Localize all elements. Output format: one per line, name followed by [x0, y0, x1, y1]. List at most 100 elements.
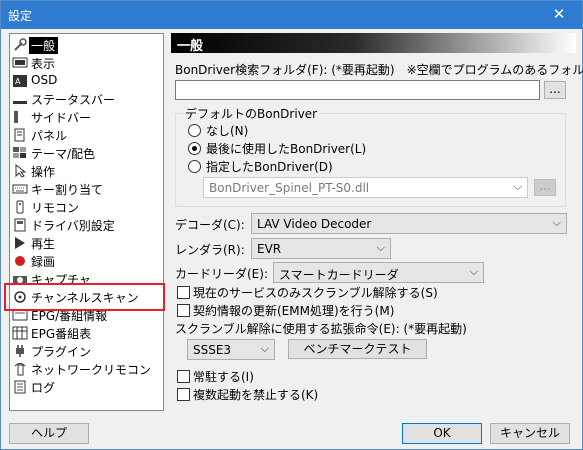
wrench-icon: [14, 38, 27, 51]
category-label: 録画: [31, 255, 56, 269]
specified-bondriver-browse-button[interactable]: ...: [534, 179, 556, 196]
specified-bondriver-select[interactable]: BonDriver_Spinel_PT-S0.dll ⌵: [203, 177, 528, 198]
cardreader-value: スマートカードリーダ: [279, 268, 399, 282]
instruction-label: スクランブル解除に使用する拡張命令(E): (*要再起動): [175, 322, 467, 336]
window-title: 設定: [8, 9, 33, 23]
bondriver-folder-input[interactable]: [175, 80, 540, 100]
descramble-current-label: 現在のサービスのみスクランブル解除する(S): [193, 286, 438, 300]
chevron-down-icon: ⌵: [552, 216, 561, 229]
category-item-keyassign[interactable]: キー割り当て: [11, 180, 163, 198]
svg-text:A: A: [15, 77, 21, 86]
category-item-operation[interactable]: 操作: [11, 162, 163, 180]
no-multi-instance-label: 複数起動を禁止する(K): [193, 388, 319, 402]
category-item-statusbar[interactable]: ステータスバー: [11, 90, 163, 108]
statusbar-icon: [13, 101, 27, 104]
close-button[interactable]: ✕: [536, 1, 582, 29]
palette-icon: [13, 147, 26, 158]
general-settings-panel: 一般 BonDriver検索フォルダ(F): (*要再起動) ※空欄でプログラム…: [171, 33, 583, 411]
keyboard-icon: [12, 184, 28, 194]
log-icon: [14, 380, 26, 394]
chevron-down-icon: ⌵: [513, 180, 522, 193]
category-label: プラグイン: [31, 345, 92, 359]
category-label: 一般: [29, 37, 59, 54]
chevron-down-icon: ⌵: [376, 241, 385, 254]
cardreader-select[interactable]: スマートカードリーダ ⌵: [273, 262, 484, 283]
category-item-plugin[interactable]: プラグイン: [11, 342, 163, 360]
emm-checkbox[interactable]: [177, 304, 190, 317]
help-button[interactable]: ヘルプ: [9, 423, 89, 444]
specified-bondriver-value: BonDriver_Spinel_PT-S0.dll: [209, 181, 370, 195]
chevron-down-icon: ⌵: [260, 342, 269, 355]
osd-icon: A: [13, 75, 27, 87]
radio-none-label: なし(N): [206, 124, 249, 138]
instruction-select[interactable]: SSSE3 ⌵: [187, 339, 275, 360]
radio-specified-label: 指定したBonDriver(D): [206, 160, 333, 174]
category-label: キー割り当て: [31, 183, 104, 197]
channel-scan-highlight: [4, 283, 165, 311]
decoder-label: デコーダ(C):: [175, 218, 245, 232]
decoder-value: LAV Video Decoder: [257, 217, 372, 231]
display-icon: [12, 57, 28, 68]
settings-dialog: 設定 ✕ 一般 表示 A OSD ステータスバー サイドバー パネル テーマ/配…: [0, 0, 583, 450]
category-label: ドライバ別設定: [31, 219, 115, 233]
driver-icon: [14, 218, 26, 232]
cancel-button[interactable]: キャンセル: [490, 423, 570, 444]
category-item-panel[interactable]: パネル: [11, 126, 163, 144]
default-bondriver-group-title: デフォルトのBonDriver: [183, 105, 320, 122]
category-label: OSD: [31, 73, 58, 87]
category-item-display[interactable]: 表示: [11, 54, 163, 72]
bondriver-folder-browse-button[interactable]: ...: [544, 81, 566, 99]
renderer-label: レンダラ(R):: [175, 243, 245, 257]
resident-label: 常駐する(I): [193, 370, 254, 384]
category-label: サイドバー: [31, 111, 92, 125]
epg-table-icon: [12, 326, 28, 340]
record-icon: [15, 256, 25, 266]
panel-header: 一般: [171, 33, 576, 54]
category-item-theme[interactable]: テーマ/配色: [11, 144, 163, 162]
category-label: ステータスバー: [31, 93, 116, 107]
remote-icon: [16, 200, 24, 214]
sidebar-icon: [14, 111, 18, 123]
plugin-icon: [16, 345, 24, 357]
category-label: 再生: [31, 237, 56, 251]
title-bar: 設定 ✕: [1, 1, 582, 29]
radio-specified[interactable]: [188, 160, 201, 173]
category-item-driver[interactable]: ドライバ別設定: [11, 216, 163, 234]
category-item-log[interactable]: ログ: [11, 378, 163, 396]
cardreader-label: カードリーダ(E):: [175, 267, 268, 281]
category-item-epgtable[interactable]: EPG番組表: [11, 324, 163, 342]
renderer-select[interactable]: EVR ⌵: [251, 238, 391, 259]
instruction-value: SSSE3: [193, 343, 232, 357]
category-list[interactable]: 一般 表示 A OSD ステータスバー サイドバー パネル テーマ/配色 操作: [9, 33, 164, 411]
category-item-osd[interactable]: A OSD: [11, 72, 163, 90]
category-item-networkremote[interactable]: ネットワークリモコン: [11, 360, 163, 378]
chevron-down-icon: ⌵: [469, 265, 478, 278]
category-item-general[interactable]: 一般: [11, 36, 163, 54]
radio-none[interactable]: [188, 124, 201, 137]
play-icon: [15, 237, 25, 249]
decoder-select[interactable]: LAV Video Decoder ⌵: [251, 213, 567, 234]
category-item-playback[interactable]: 再生: [11, 234, 163, 252]
category-label: 表示: [31, 57, 56, 71]
radio-last-used-label: 最後に使用したBonDriver(L): [206, 142, 367, 156]
category-item-record[interactable]: 録画: [11, 252, 163, 270]
emm-label: 契約情報の更新(EMM処理)を行う(M): [193, 304, 395, 318]
panel-icon: [14, 128, 25, 142]
descramble-current-checkbox[interactable]: [177, 286, 190, 299]
resident-checkbox[interactable]: [177, 370, 190, 383]
benchmark-button[interactable]: ベンチマークテスト: [288, 339, 427, 359]
category-item-sidebar[interactable]: サイドバー: [11, 108, 163, 126]
radio-last-used[interactable]: [188, 142, 201, 155]
category-label: テーマ/配色: [31, 147, 96, 161]
category-label: パネル: [31, 129, 68, 143]
no-multi-instance-checkbox[interactable]: [177, 388, 190, 401]
renderer-value: EVR: [257, 242, 282, 256]
bondriver-folder-label: BonDriver検索フォルダ(F): (*要再起動) ※空欄でプログラムのある…: [175, 63, 583, 77]
category-label: 操作: [31, 165, 56, 179]
category-label: ネットワークリモコン: [31, 363, 152, 377]
category-label: リモコン: [31, 201, 80, 215]
network-remote-icon: [14, 363, 26, 376]
category-item-remote[interactable]: リモコン: [11, 198, 163, 216]
ok-button[interactable]: OK: [402, 423, 482, 444]
category-label: ログ: [31, 381, 56, 395]
